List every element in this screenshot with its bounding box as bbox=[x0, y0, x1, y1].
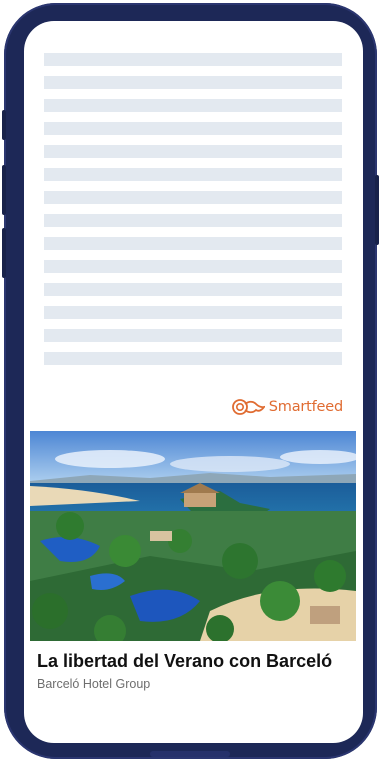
resort-beach-image bbox=[30, 431, 356, 641]
phone-side-button bbox=[2, 110, 6, 140]
home-indicator bbox=[150, 751, 230, 757]
phone-screen: Smartfeed La libertad del Verano con Bar… bbox=[24, 21, 363, 743]
skeleton-line bbox=[44, 237, 342, 250]
skeleton-line bbox=[44, 99, 342, 112]
phone-volume-down-button bbox=[2, 228, 6, 278]
ad-image[interactable] bbox=[30, 431, 356, 641]
skeleton-line bbox=[44, 76, 342, 89]
skeleton-line bbox=[44, 122, 342, 135]
skeleton-line bbox=[44, 260, 342, 273]
skeleton-line bbox=[44, 329, 342, 342]
skeleton-line bbox=[44, 352, 342, 365]
ad-source: Barceló Hotel Group bbox=[37, 677, 151, 691]
phone-volume-up-button bbox=[2, 165, 6, 215]
ad-title[interactable]: La libertad del Verano con Barceló bbox=[37, 651, 357, 672]
skeleton-line bbox=[44, 191, 342, 204]
smartfeed-brand[interactable]: Smartfeed bbox=[231, 398, 343, 416]
smartfeed-label: Smartfeed bbox=[268, 399, 343, 415]
skeleton-line bbox=[44, 306, 342, 319]
smartfeed-logo-icon bbox=[231, 399, 265, 415]
skeleton-line bbox=[44, 168, 342, 181]
skeleton-line bbox=[44, 53, 342, 66]
skeleton-line bbox=[44, 145, 342, 158]
phone-power-button bbox=[375, 175, 379, 245]
skeleton-line bbox=[44, 283, 342, 296]
skeleton-line bbox=[44, 214, 342, 227]
